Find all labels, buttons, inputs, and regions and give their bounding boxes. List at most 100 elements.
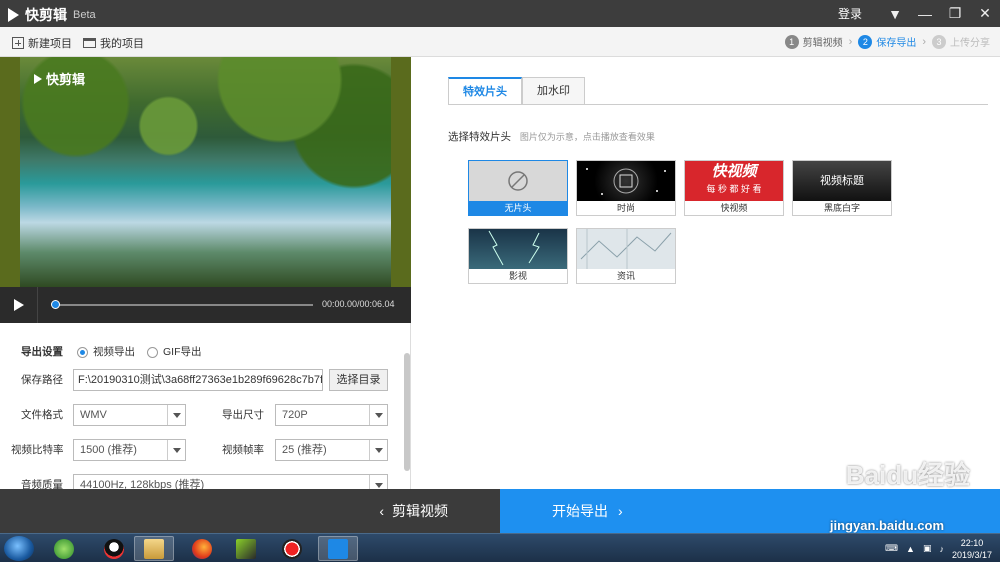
fps-label: 视频帧率 — [222, 444, 264, 456]
menu-dropdown-icon[interactable]: ▼ — [880, 0, 910, 27]
chevron-down-icon — [369, 475, 387, 489]
intro-tile-film[interactable]: 影视 — [468, 228, 568, 284]
my-projects-label: 我的项目 — [100, 38, 144, 50]
progress-knob[interactable] — [51, 300, 60, 309]
audio-label: 音频质量 — [21, 479, 63, 489]
minimize-icon[interactable]: — — [910, 0, 940, 27]
close-icon[interactable]: ✕ — [970, 0, 1000, 27]
app-glyph — [54, 538, 74, 559]
path-input[interactable]: F:\20190310测试\3a68ff27363e1b289f69628c7b… — [73, 369, 323, 391]
lightning-icon — [488, 230, 540, 266]
chevron-down-icon — [167, 405, 185, 425]
tile-thumbnail: 视频标题 — [793, 161, 891, 201]
size-select[interactable]: 720P — [275, 404, 388, 426]
system-tray: ⌨ ▲ ▣ ♪ 22:10 2019/3/17 — [885, 534, 992, 563]
chevron-right-icon: › — [922, 35, 926, 48]
taskbar-explorer-icon[interactable] — [134, 536, 174, 561]
app-glyph — [236, 538, 256, 559]
app-logo: 快剪辑 Beta — [8, 5, 96, 25]
tab-intro[interactable]: 特效片头 — [448, 77, 522, 105]
app-window: 快剪辑 Beta 登录 ▼ — ❐ ✕ 新建项目 我的项目 1 剪辑视频 › 2 — [0, 0, 1000, 533]
tile-label: 时尚 — [616, 203, 635, 213]
timecode: 00:00.00/00:06.04 — [322, 299, 395, 309]
volume-icon[interactable]: ♪ — [939, 544, 944, 554]
size-value: 720P — [282, 409, 308, 421]
step-edit[interactable]: 1 剪辑视频 — [784, 34, 843, 49]
tile-thumbnail — [469, 229, 567, 269]
preview-frame[interactable]: 快剪辑 — [20, 57, 391, 287]
tab-divider — [448, 104, 988, 105]
logo-play-icon — [34, 73, 42, 84]
play-icon[interactable] — [14, 299, 24, 311]
format-row: 文件格式 WMV 导出尺寸 720P — [0, 404, 411, 426]
radio-label: GIF导出 — [163, 346, 202, 358]
audio-row: 音频质量 44100Hz, 128kbps (推荐) — [0, 474, 411, 489]
app-glyph — [144, 538, 164, 559]
format-select[interactable]: WMV — [73, 404, 186, 426]
taskbar-firefox-icon[interactable] — [182, 536, 222, 561]
tray-arrow-icon[interactable]: ▲ — [906, 544, 915, 554]
clock[interactable]: 22:10 2019/3/17 — [952, 537, 992, 561]
settings-scrollbar[interactable] — [404, 353, 410, 471]
intro-tile-fashion[interactable]: 时尚 — [576, 160, 676, 216]
app-name: 快剪辑 — [25, 7, 67, 23]
left-panel: 快剪辑 00:00.00/00:06.04 导出设置 视频导出 GIF导出 保存… — [0, 57, 411, 489]
intro-tile-black-white[interactable]: 视频标题 黑底白字 — [792, 160, 892, 216]
radio-label: 视频导出 — [93, 346, 135, 358]
bitrate-select[interactable]: 1500 (推荐) — [73, 439, 186, 461]
my-projects-button[interactable]: 我的项目 — [83, 35, 144, 51]
preview-image — [20, 57, 391, 287]
maximize-icon[interactable]: ❐ — [940, 0, 970, 27]
fps-select[interactable]: 25 (推荐) — [275, 439, 388, 461]
right-panel: 特效片头 加水印 选择特效片头 图片仅为示意，点击播放查看效果 无片头 时尚 快… — [412, 57, 1000, 489]
radio-unchecked-icon — [147, 346, 158, 358]
intro-hint: 图片仅为示意，点击播放查看效果 — [519, 132, 655, 142]
beta-badge: Beta — [73, 9, 96, 21]
radio-gif-export[interactable]: GIF导出 — [147, 346, 202, 358]
clock-time: 22:10 — [960, 537, 984, 548]
step-export[interactable]: 2 保存导出 — [858, 34, 916, 49]
start-label: 开始导出 — [552, 503, 608, 519]
browse-button[interactable]: 选择目录 — [329, 369, 388, 391]
taskbar-recorder-icon[interactable] — [272, 536, 312, 561]
tile-label: 资讯 — [616, 271, 635, 281]
path-row: 保存路径 F:\20190310测试\3a68ff27363e1b289f696… — [0, 369, 411, 391]
audio-select[interactable]: 44100Hz, 128kbps (推荐) — [73, 474, 388, 489]
chevron-right-icon: › — [618, 503, 623, 519]
progress-track[interactable] — [54, 304, 313, 306]
start-orb-icon[interactable] — [4, 536, 34, 561]
intro-tile-news[interactable]: 资讯 — [576, 228, 676, 284]
chevron-left-icon: ‹ — [379, 503, 384, 519]
radio-checked-icon — [77, 346, 88, 358]
tile-thumbnail — [469, 161, 567, 201]
step-number: 2 — [858, 34, 873, 49]
radio-video-export[interactable]: 视频导出 — [77, 346, 135, 358]
format-value: WMV — [80, 409, 107, 421]
intro-tile-none[interactable]: 无片头 — [468, 160, 568, 216]
window-controls: 登录 ▼ — ❐ ✕ — [838, 0, 1000, 27]
baidu-watermark: Baidu经验 — [845, 460, 970, 490]
taskbar-360-icon[interactable] — [44, 536, 84, 561]
step-number: 1 — [784, 34, 799, 49]
login-link[interactable]: 登录 — [838, 5, 862, 22]
tab-bar: 特效片头 加水印 — [448, 77, 585, 105]
keyboard-icon[interactable]: ⌨ — [885, 543, 898, 554]
intro-heading: 选择特效片头 图片仅为示意，点击播放查看效果 — [448, 129, 655, 144]
taskbar-qq-icon[interactable] — [94, 536, 134, 561]
network-icon[interactable]: ▣ — [923, 543, 932, 554]
title-bar: 快剪辑 Beta 登录 ▼ — ❐ ✕ — [0, 0, 1000, 27]
intro-tile-kuaishipin[interactable]: 快视频 每 秒 都 好 看 快视频 — [684, 160, 784, 216]
tab-watermark[interactable]: 加水印 — [522, 77, 585, 105]
folder-icon — [83, 38, 96, 48]
plus-box-icon — [12, 37, 24, 49]
back-to-edit-button[interactable]: ‹ 剪辑视频 — [0, 489, 500, 533]
fashion-emblem-icon — [586, 168, 666, 195]
tile-overlay-subtitle: 每 秒 都 好 看 — [706, 184, 762, 194]
taskbar-kuaijianji-icon[interactable] — [318, 536, 358, 561]
app-glyph — [192, 538, 212, 559]
new-project-button[interactable]: 新建项目 — [12, 35, 72, 51]
taskbar-media-icon[interactable] — [226, 536, 266, 561]
export-settings-label: 导出设置 — [21, 346, 63, 358]
step-share[interactable]: 3 上传分享 — [932, 34, 990, 49]
step-number: 3 — [932, 34, 946, 49]
